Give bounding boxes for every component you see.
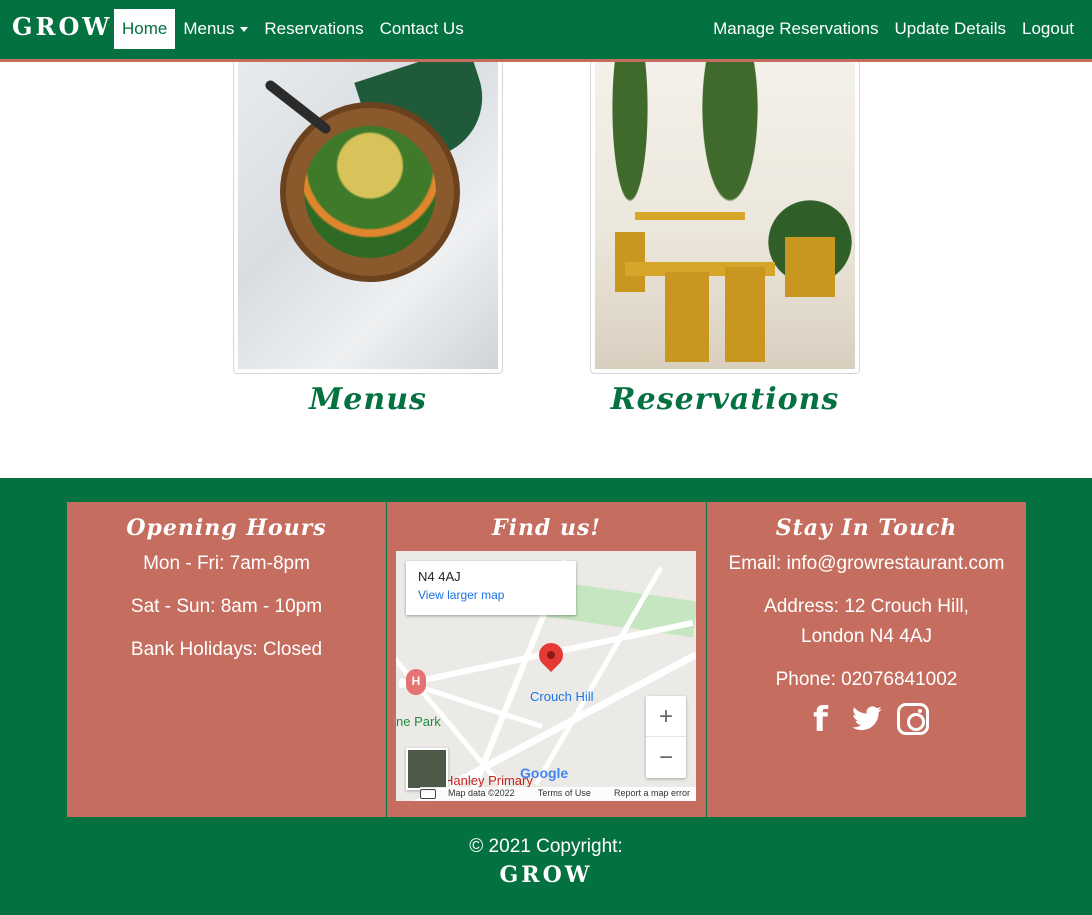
embedded-map[interactable]: N4 4AJ View larger map H Crouch Hill ne …: [396, 551, 696, 801]
copyright-text: © 2021 Copyright:: [469, 836, 623, 857]
twitter-icon[interactable]: [851, 703, 883, 735]
instagram-icon[interactable]: [896, 703, 929, 735]
nav-reservations[interactable]: Reservations: [256, 9, 371, 49]
satellite-toggle[interactable]: [406, 748, 448, 790]
map-data-text: Map data ©2022: [448, 788, 515, 798]
navbar: GROW Home Menus Reservations Contact Us …: [0, 0, 1092, 62]
footer-brand: GROW: [499, 862, 593, 888]
zoom-in-button[interactable]: +: [646, 696, 686, 737]
nav-left: Home Menus Reservations Contact Us: [114, 9, 472, 49]
menus-caption[interactable]: Menus: [233, 382, 503, 417]
opening-hours-title: Opening Hours: [126, 515, 327, 541]
hours-weekend: Sat - Sun: 8am - 10pm: [130, 596, 323, 617]
view-larger-map-link[interactable]: View larger map: [418, 588, 564, 602]
map-info-card: N4 4AJ View larger map: [406, 561, 576, 615]
nav-home[interactable]: Home: [114, 9, 176, 49]
nav-menus-dropdown[interactable]: Menus: [175, 9, 256, 49]
menus-card[interactable]: [233, 62, 503, 374]
hours-weekday: Mon - Fri: 7am-8pm: [143, 553, 310, 574]
reservations-card[interactable]: [590, 62, 860, 374]
hospital-marker-icon[interactable]: H: [406, 669, 426, 695]
stay-in-touch-title: Stay In Touch: [775, 515, 958, 541]
contact-phone: Phone: 02076841002: [775, 669, 958, 690]
reservations-image[interactable]: [595, 62, 855, 369]
nav-manage-reservations[interactable]: Manage Reservations: [705, 9, 886, 49]
stay-in-touch-panel: Stay In Touch Email: info@growrestaurant…: [707, 502, 1026, 817]
nav-update-details[interactable]: Update Details: [886, 9, 1014, 49]
reservations-caption[interactable]: Reservations: [590, 382, 860, 417]
caret-down-icon: [240, 27, 249, 33]
brand-logo[interactable]: GROW: [12, 12, 112, 41]
zoom-out-button[interactable]: −: [646, 737, 686, 778]
nav-contact[interactable]: Contact Us: [372, 9, 472, 49]
report-error-link[interactable]: Report a map error: [614, 788, 690, 801]
contact-address: Address: 12 Crouch Hill, London N4 4AJ: [764, 596, 969, 647]
nav-logout[interactable]: Logout: [1014, 9, 1082, 49]
find-us-title: Find us!: [491, 515, 602, 541]
zoom-controls: + −: [646, 696, 686, 778]
map-pin-icon[interactable]: [534, 638, 568, 672]
nav-right: Manage Reservations Update Details Logou…: [705, 9, 1082, 49]
hours-holidays: Bank Holidays: Closed: [130, 639, 323, 660]
map-attribution: Map data ©2022 Terms of Use Report a map…: [420, 787, 696, 801]
terms-link[interactable]: Terms of Use: [538, 788, 591, 801]
keyboard-shortcuts-icon[interactable]: [420, 789, 436, 799]
park-label: ne Park: [396, 714, 441, 729]
opening-hours-panel: Opening Hours Mon - Fri: 7am-8pm Sat - S…: [67, 502, 386, 817]
google-logo: Google: [520, 765, 569, 781]
menus-image[interactable]: [238, 62, 498, 369]
nav-menus-label: Menus: [183, 19, 235, 38]
facebook-icon[interactable]: f: [805, 703, 837, 737]
find-us-panel: Find us! N4 4AJ View larger map H Crouch…: [387, 502, 706, 817]
social-links: f: [707, 703, 1026, 737]
contact-email: Email: info@growrestaurant.com: [728, 553, 1005, 574]
map-place-name: N4 4AJ: [418, 569, 461, 584]
station-label[interactable]: Crouch Hill: [530, 689, 594, 704]
